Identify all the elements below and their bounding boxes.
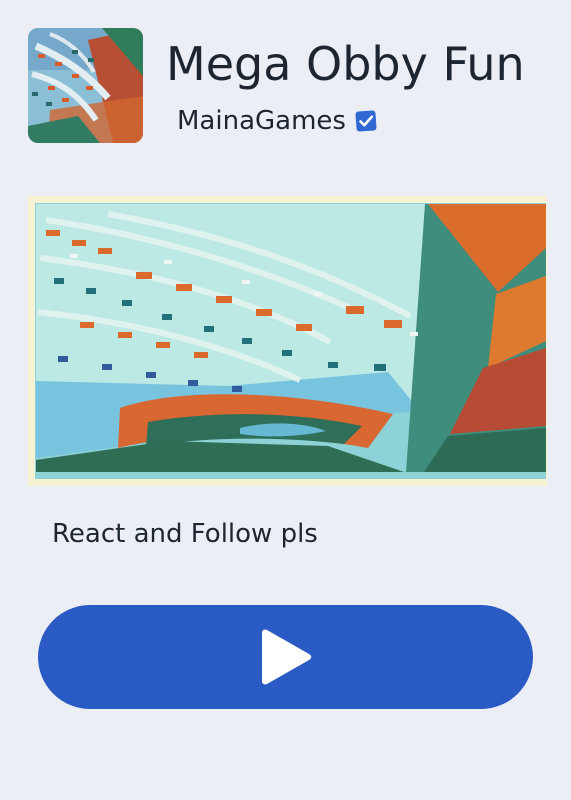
game-title: Mega Obby Fun	[166, 37, 525, 91]
play-button[interactable]	[38, 605, 533, 709]
game-description: React and Follow pls	[52, 519, 318, 549]
banner-image	[28, 196, 547, 486]
game-banner	[28, 196, 547, 486]
thumbnail-image	[28, 28, 143, 143]
creator-row[interactable]: MainaGames	[177, 102, 378, 140]
creator-name[interactable]: MainaGames	[177, 106, 346, 136]
verified-badge-icon	[355, 110, 377, 132]
play-icon	[261, 629, 311, 685]
game-thumbnail	[28, 28, 143, 143]
